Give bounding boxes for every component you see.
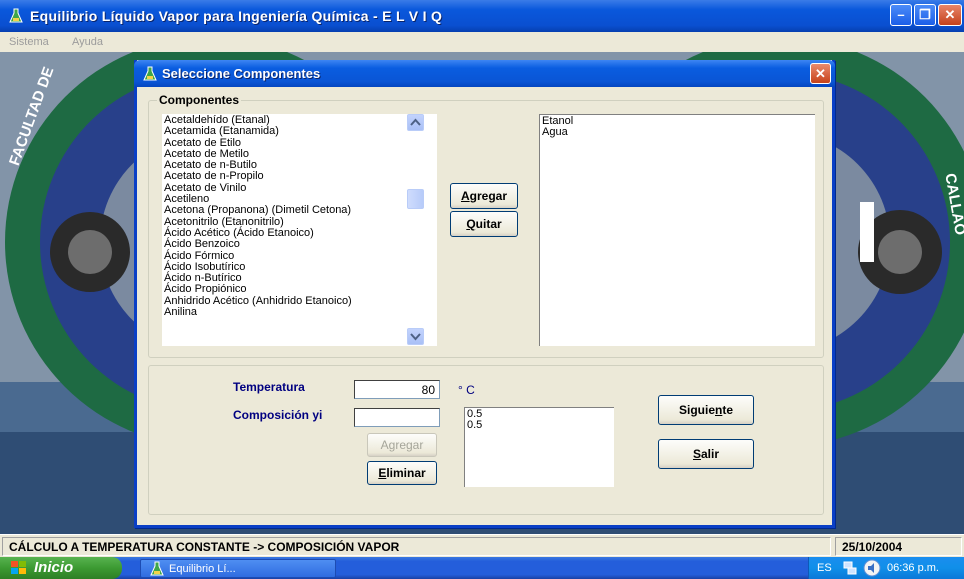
composition-input[interactable] xyxy=(354,408,440,427)
selected-components-list[interactable]: Etanol Agua xyxy=(539,114,815,346)
chevron-down-icon xyxy=(410,333,421,341)
clock: 06:36 p.m. xyxy=(887,562,939,574)
components-group: Componentes Acetaldehído (Etanal) Acetam… xyxy=(148,93,824,358)
taskbar: Inicio Equilibrio Lí... ES 06:36 p.m. xyxy=(0,557,964,579)
status-mode: CÁLCULO A TEMPERATURA CONSTANTE -> COMPO… xyxy=(2,537,831,556)
minimize-button[interactable]: – xyxy=(890,4,912,26)
menu-bar: Sistema Ayuda xyxy=(0,32,964,52)
dialog-title: Seleccione Componentes xyxy=(162,66,321,81)
scroll-thumb[interactable] xyxy=(407,189,424,209)
list-item[interactable]: Etanol xyxy=(542,115,813,127)
composition-label: Composición yi xyxy=(233,408,323,422)
delete-composition-label: Eliminar xyxy=(378,466,426,480)
volume-icon[interactable] xyxy=(863,559,881,577)
exit-label: Salir xyxy=(692,447,720,461)
dialog-close-button[interactable]: ✕ xyxy=(810,63,831,84)
network-icon[interactable] xyxy=(843,560,857,576)
flask-icon xyxy=(9,8,23,23)
available-components-list[interactable]: Acetaldehído (Etanal) Acetamida (Etanami… xyxy=(162,114,437,346)
close-icon: ✕ xyxy=(944,7,956,22)
menu-ayuda[interactable]: Ayuda xyxy=(72,36,103,48)
components-legend: Componentes xyxy=(157,93,242,107)
next-label: Siguiente xyxy=(678,403,734,417)
composition-list[interactable]: 0.5 0.5 xyxy=(464,407,614,487)
list-item[interactable]: Ácido Benzoico xyxy=(164,238,435,250)
list-item[interactable]: Acetamida (Etanamida) xyxy=(164,125,435,137)
status-bar: CÁLCULO A TEMPERATURA CONSTANTE -> COMPO… xyxy=(0,534,964,557)
list-item[interactable]: Acetona (Propanona) (Dimetil Cetona) xyxy=(164,205,435,217)
remove-component-label: Quitar xyxy=(466,217,502,231)
menu-sistema[interactable]: Sistema xyxy=(9,36,49,48)
list-item[interactable]: Agua xyxy=(542,126,813,138)
temperature-value: 80 xyxy=(421,383,435,397)
restore-button[interactable]: ❐ xyxy=(914,4,936,26)
temperature-input[interactable]: 80 xyxy=(354,380,440,399)
main-window-title: Equilibrio Líquido Vapor para Ingeniería… xyxy=(30,8,443,24)
main-close-button[interactable]: ✕ xyxy=(938,4,962,26)
start-label: Inicio xyxy=(34,559,74,576)
scroll-down-button[interactable] xyxy=(407,328,424,345)
flask-icon xyxy=(143,66,157,81)
list-item[interactable]: 0.5 xyxy=(467,408,612,420)
add-composition-button[interactable]: Agregar xyxy=(367,433,437,457)
flask-icon xyxy=(150,561,164,576)
delete-composition-button[interactable]: Eliminar xyxy=(367,461,437,485)
list-item[interactable]: 0.5 xyxy=(467,419,612,431)
dialog-title-bar[interactable]: Seleccione Componentes ✕ xyxy=(134,60,835,87)
chevron-up-icon xyxy=(410,118,421,126)
add-component-label: Agregar xyxy=(460,189,508,203)
list-item[interactable]: Anilina xyxy=(164,306,435,318)
taskbar-item-elviq[interactable]: Equilibrio Lí... xyxy=(140,559,336,578)
conditions-group: Temperatura 80 ° C Composición yi Agrega… xyxy=(148,365,824,515)
exit-button[interactable]: Salir xyxy=(658,439,754,469)
list-item[interactable]: Anhidrido Acético (Anhidrido Etanoico) xyxy=(164,295,435,307)
add-component-button[interactable]: Agregar xyxy=(450,183,518,209)
status-date: 25/10/2004 xyxy=(835,537,962,556)
add-composition-label: Agregar xyxy=(380,438,424,452)
minimize-icon: – xyxy=(897,7,905,22)
select-components-dialog: Seleccione Componentes ✕ Componentes Ace… xyxy=(134,60,835,528)
temperature-unit: ° C xyxy=(458,383,475,397)
main-title-bar[interactable]: Equilibrio Líquido Vapor para Ingeniería… xyxy=(0,0,964,32)
taskbar-item-label: Equilibrio Lí... xyxy=(169,563,236,575)
language-indicator[interactable]: ES xyxy=(817,562,832,574)
close-icon: ✕ xyxy=(815,66,826,81)
windows-logo-icon xyxy=(11,561,26,574)
remove-component-button[interactable]: Quitar xyxy=(450,211,518,237)
system-tray: ES 06:36 p.m. xyxy=(808,557,964,579)
start-button[interactable]: Inicio xyxy=(0,557,122,579)
next-button[interactable]: Siguiente xyxy=(658,395,754,425)
temperature-label: Temperatura xyxy=(233,380,305,394)
restore-icon: ❐ xyxy=(919,7,931,22)
scroll-up-button[interactable] xyxy=(407,114,424,131)
